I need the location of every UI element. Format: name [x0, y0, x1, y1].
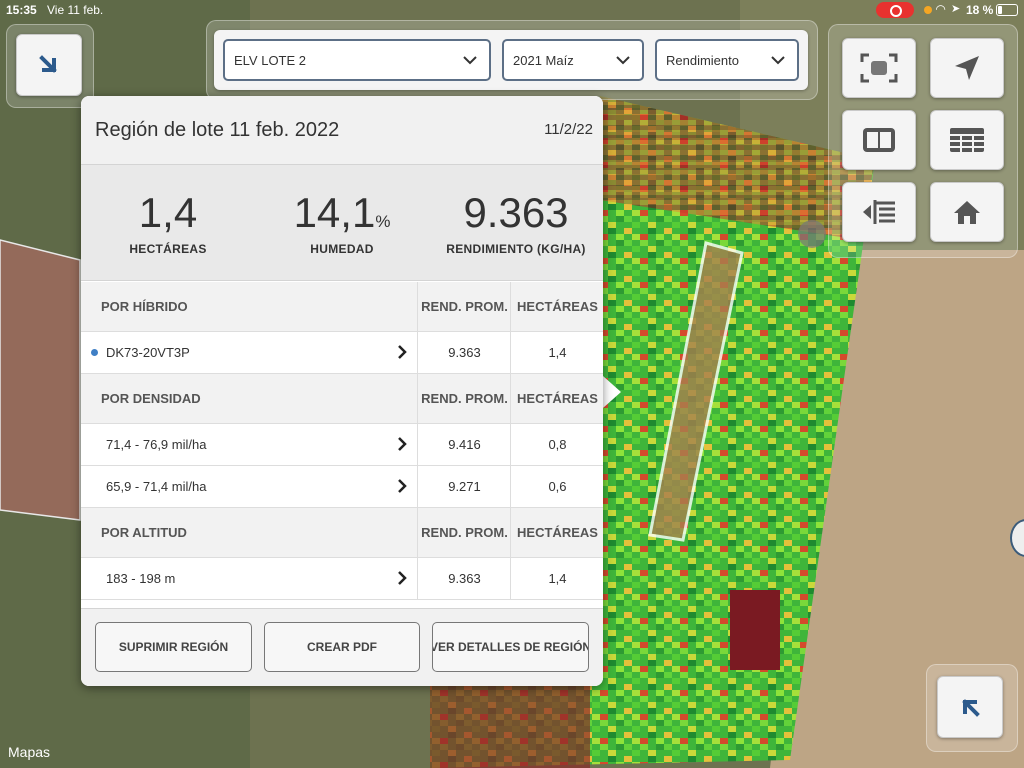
split-view-button[interactable] [842, 110, 916, 170]
row-yield: 9.363 [417, 332, 511, 373]
row-yield: 9.416 [417, 424, 511, 465]
split-view-icon [863, 128, 895, 152]
chevron-right-icon [398, 345, 407, 359]
panel-stats: 1,4 HECTÁREAS 14,1% HUMEDAD 9.363 RENDIM… [81, 165, 603, 281]
row-yield: 9.363 [417, 558, 511, 599]
wifi-icon: ◠ [936, 2, 946, 16]
field-select-value: ELV LOTE 2 [234, 53, 307, 68]
panel-footer: SUPRIMIR REGIÓN CREAR PDF VER DETALLES D… [81, 608, 603, 686]
table-row[interactable]: 71,4 - 76,9 mil/ha 9.416 0,8 [81, 424, 603, 466]
stat-moisture-unit: % [375, 212, 391, 231]
table-row[interactable]: 183 - 198 m 9.363 1,4 [81, 558, 603, 600]
column-header-area: HECTÁREAS [510, 374, 603, 423]
column-header-area: HECTÁREAS [510, 282, 603, 331]
chevron-right-icon [398, 479, 407, 493]
filter-bar: ELV LOTE 2 2021 Maíz Rendimiento [214, 30, 808, 90]
stat-yield: 9.363 RENDIMIENTO (KG/HA) [429, 165, 603, 280]
row-area: 0,6 [510, 466, 603, 507]
fit-extent-button[interactable] [842, 38, 916, 98]
layers-icon [863, 200, 895, 224]
column-header-yield: REND. PROM. [417, 374, 511, 423]
chevron-down-icon [463, 56, 477, 65]
stat-yield-label: RENDIMIENTO (KG/HA) [446, 242, 586, 256]
location-icon: ➤ [951, 3, 961, 15]
chevron-down-icon [771, 56, 785, 65]
region-details-button[interactable]: VER DETALLES DE REGIÓN [432, 622, 589, 672]
chevron-right-icon [398, 437, 407, 451]
row-label: DK73-20VT3P [106, 345, 190, 360]
season-select[interactable]: 2021 Maíz [502, 39, 644, 81]
row-label: 183 - 198 m [106, 571, 176, 586]
panel-title: Región de lote 11 feb. 2022 [95, 119, 340, 141]
section-header-hybrid: POR HÍBRIDO REND. PROM. HECTÁREAS [81, 282, 603, 332]
column-header-yield: REND. PROM. [417, 282, 511, 331]
field-select[interactable]: ELV LOTE 2 [223, 39, 491, 81]
column-header-yield: REND. PROM. [417, 508, 511, 557]
section-header-altitude: POR ALTITUD REND. PROM. HECTÁREAS [81, 508, 603, 558]
expand-panel-button[interactable] [937, 676, 1003, 738]
locate-button[interactable] [930, 38, 1004, 98]
fit-extent-icon [860, 53, 898, 83]
screen-recording-icon[interactable] [876, 2, 914, 18]
stat-area: 1,4 HECTÁREAS [81, 165, 255, 280]
panel-date: 11/2/22 [544, 121, 593, 138]
status-time: 15:35 [6, 3, 37, 17]
row-yield: 9.271 [417, 466, 511, 507]
table-icon [950, 128, 984, 152]
layer-select-value: Rendimiento [666, 53, 739, 68]
row-label: 71,4 - 76,9 mil/ha [106, 437, 207, 452]
section-title: POR DENSIDAD [101, 391, 201, 406]
orange-dot-icon [924, 6, 932, 14]
collapse-panel-button[interactable] [16, 34, 82, 96]
home-button[interactable] [930, 182, 1004, 242]
row-label: 65,9 - 71,4 mil/ha [106, 479, 207, 494]
stat-moisture-value: 14,1 [293, 189, 376, 236]
status-date: Vie 11 feb. [47, 3, 104, 17]
row-area: 1,4 [510, 332, 603, 373]
arrow-up-left-icon [962, 699, 980, 717]
create-pdf-button[interactable]: CREAR PDF [264, 622, 420, 672]
battery-percent: 18 % [966, 3, 994, 17]
panel-header: Región de lote 11 feb. 2022 11/2/22 [81, 96, 603, 165]
battery-icon [996, 4, 1018, 16]
stat-yield-value: 9.363 [463, 189, 569, 236]
home-icon [954, 201, 980, 224]
stat-moisture-label: HUMEDAD [310, 242, 374, 256]
table-view-button[interactable] [930, 110, 1004, 170]
stat-moisture: 14,1% HUMEDAD [255, 165, 429, 280]
maps-attribution-text: Mapas [8, 744, 51, 760]
region-panel: Región de lote 11 feb. 2022 11/2/22 1,4 … [81, 96, 603, 686]
arrow-down-right-icon [39, 55, 57, 73]
chevron-down-icon [616, 56, 630, 65]
chevron-right-icon [398, 571, 407, 585]
layer-select[interactable]: Rendimiento [655, 39, 799, 81]
status-bar: 15:35 Vie 11 feb. ◠ ➤ 18 % [0, 0, 1024, 20]
column-header-area: HECTÁREAS [510, 508, 603, 557]
stat-area-value: 1,4 [138, 189, 198, 236]
row-area: 0,8 [510, 424, 603, 465]
section-header-density: POR DENSIDAD REND. PROM. HECTÁREAS [81, 374, 603, 424]
season-select-value: 2021 Maíz [513, 53, 574, 68]
section-title: POR HÍBRIDO [101, 299, 188, 314]
layers-list-button[interactable] [842, 182, 916, 242]
row-area: 1,4 [510, 558, 603, 599]
maps-attribution: Mapas [8, 744, 50, 760]
table-row[interactable]: 65,9 - 71,4 mil/ha 9.271 0,6 [81, 466, 603, 508]
location-arrow-icon [955, 56, 979, 80]
panel-pointer [603, 376, 621, 408]
delete-region-button[interactable]: SUPRIMIR REGIÓN [95, 622, 252, 672]
table-row[interactable]: DK73-20VT3P 9.363 1,4 [81, 332, 603, 374]
section-title: POR ALTITUD [101, 525, 187, 540]
stat-area-label: HECTÁREAS [129, 242, 207, 256]
hybrid-color-dot [91, 349, 98, 356]
